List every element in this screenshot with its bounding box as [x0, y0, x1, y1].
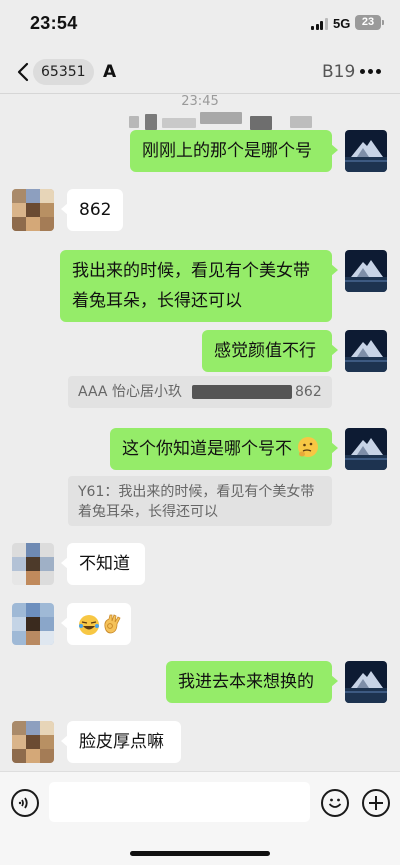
chat-title: A [103, 62, 117, 82]
battery-icon: 23 [355, 15, 381, 30]
quoted-message[interactable]: Y61：我出来的时候，看见有个美女带着兔耳朵，长得还可以 [68, 476, 332, 526]
home-indicator[interactable] [130, 851, 270, 856]
redaction-mosaic [290, 116, 312, 128]
thinking-emoji-icon [298, 437, 319, 457]
chevron-left-icon[interactable] [16, 62, 30, 82]
unread-count-badge[interactable]: 65351 [33, 59, 94, 85]
network-type: 5G [333, 16, 351, 31]
redaction-mosaic [145, 114, 157, 130]
signal-icon [311, 18, 328, 30]
chat-header: 65351 A B19 [0, 50, 400, 130]
my-avatar[interactable] [345, 330, 387, 372]
message-text: 这个你知道是哪个号不 [122, 439, 292, 459]
message-input[interactable] [49, 782, 310, 822]
my-avatar[interactable] [345, 250, 387, 292]
redaction-mosaic [250, 116, 272, 130]
status-time: 23:54 [30, 13, 78, 33]
quoted-message[interactable]: AAA 怡心居小玖 862 [68, 376, 332, 408]
ok-hand-emoji-icon [104, 614, 121, 634]
message-bubble[interactable]: 不知道 [61, 543, 145, 585]
quote-number: 862 [295, 384, 322, 400]
laugh-cry-emoji-icon [79, 615, 99, 635]
chat-title-end: B19 [322, 62, 356, 82]
message-bubble[interactable]: 我进去本来想换的 [166, 661, 338, 703]
voice-icon[interactable] [11, 789, 39, 817]
message-bubble[interactable] [61, 603, 131, 645]
status-bar: 23:54 5G 23 [0, 0, 400, 50]
redaction-mosaic [129, 116, 139, 128]
message-timestamp: 23:45 [181, 94, 219, 109]
smiley-icon[interactable] [321, 789, 349, 817]
message-bubble[interactable]: 862 [61, 189, 123, 231]
message-bubble[interactable]: 这个你知道是哪个号不 [110, 428, 338, 470]
my-avatar[interactable] [345, 130, 387, 172]
message-bubble[interactable]: 脸皮厚点嘛 [61, 721, 181, 763]
message-bubble[interactable]: 我出来的时候，看见有个美女带着兔耳朵，长得还可以 [60, 250, 338, 322]
message-bubble[interactable]: 刚刚上的那个是哪个号 [130, 130, 338, 172]
contact-avatar[interactable] [12, 189, 54, 231]
my-avatar[interactable] [345, 428, 387, 470]
contact-avatar[interactable] [12, 721, 54, 763]
more-dots-icon[interactable] [360, 69, 382, 75]
redaction-mosaic [162, 118, 196, 128]
redaction-mosaic [200, 112, 242, 124]
quote-sender: AAA 怡心居小玖 [78, 384, 182, 400]
message-bubble[interactable]: 感觉颜值不行 [202, 330, 338, 372]
redaction-mosaic [192, 385, 292, 399]
plus-icon[interactable] [362, 789, 390, 817]
my-avatar[interactable] [345, 661, 387, 703]
contact-avatar[interactable] [12, 543, 54, 585]
contact-avatar[interactable] [12, 603, 54, 645]
